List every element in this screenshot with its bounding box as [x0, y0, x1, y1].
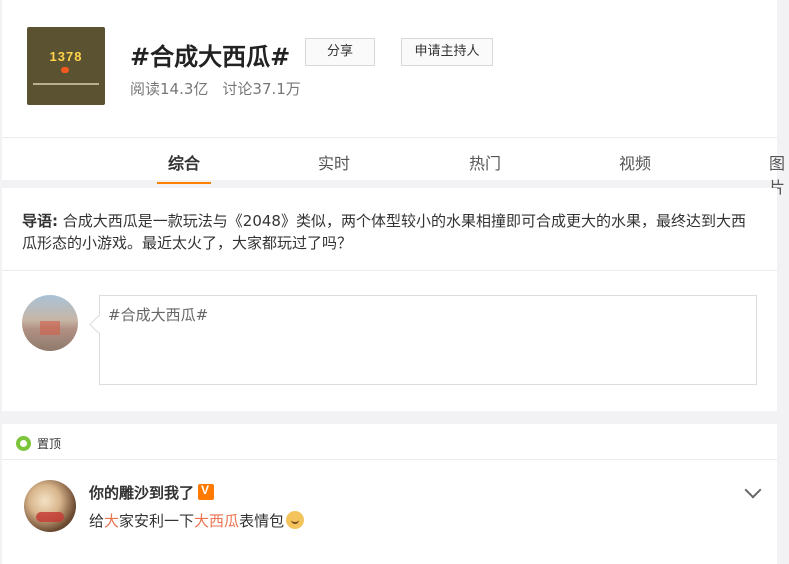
lead-text: 合成大西瓜是一款玩法与《2048》类似，两个体型较小的水果相撞即可合成更大的水果… [22, 212, 746, 252]
emoji-icon [286, 511, 305, 529]
post-text-prefix: 给 [89, 512, 105, 530]
active-tab-indicator [157, 182, 211, 184]
lead-card: 导语: 合成大西瓜是一款玩法与《2048》类似，两个体型较小的水果相撞即可合成更… [2, 188, 777, 411]
lead-label: 导语: [22, 212, 58, 230]
tab-comprehensive[interactable]: 综合 [168, 150, 200, 174]
discuss-count: 讨论37.1万 [222, 80, 301, 98]
vip-badge-icon [198, 483, 215, 500]
cover-dot [61, 67, 69, 73]
apply-host-button[interactable]: 申请主持人 [401, 38, 493, 66]
share-button[interactable]: 分享 [305, 38, 375, 66]
topic-stats: 阅读14.3亿 讨论37.1万 [130, 78, 315, 99]
pinned-label: 置顶 [37, 437, 62, 451]
composer-text: #合成大西瓜# [108, 306, 209, 324]
pin-icon [16, 436, 31, 451]
divider [2, 270, 777, 271]
post-composer-input[interactable]: #合成大西瓜# [99, 295, 757, 385]
pinned-row: 置顶 [16, 435, 61, 452]
post-text-middle: 家安利一下 [119, 512, 195, 530]
lead-intro: 导语: 合成大西瓜是一款玩法与《2048》类似，两个体型较小的水果相撞即可合成更… [22, 210, 757, 254]
chevron-down-icon[interactable] [744, 481, 762, 499]
author-avatar[interactable] [24, 480, 76, 532]
cover-caption [33, 83, 99, 85]
topic-tabs: 综合 实时 热门 视频 图片 [2, 137, 785, 197]
post-text: 给大家安利一下大西瓜表情包 [89, 510, 305, 531]
author-name[interactable]: 你的雕沙到我了 [89, 482, 215, 503]
tab-realtime[interactable]: 实时 [318, 150, 350, 174]
post-text-suffix: 表情包 [239, 512, 285, 530]
post-text-highlight-1: 大 [104, 512, 120, 530]
user-avatar[interactable] [22, 295, 78, 351]
topic-title: #合成大西瓜# [130, 43, 291, 71]
tab-video[interactable]: 视频 [619, 150, 651, 174]
divider [2, 459, 777, 460]
author-name-text[interactable]: 你的雕沙到我了 [89, 484, 194, 502]
post-text-highlight-2[interactable]: 大西瓜 [194, 512, 239, 530]
pinned-post-card: 置顶 你的雕沙到我了 给大家安利一下大西瓜表情包 [2, 424, 777, 564]
topic-cover-image: 1378 [27, 27, 105, 105]
cover-number: 1378 [49, 49, 83, 64]
tab-hot[interactable]: 热门 [469, 150, 501, 174]
topic-header: 1378 #合成大西瓜# 分享 申请主持人 阅读14.3亿 讨论37.1万 综合 … [2, 0, 785, 197]
read-count: 阅读14.3亿 [130, 80, 209, 98]
